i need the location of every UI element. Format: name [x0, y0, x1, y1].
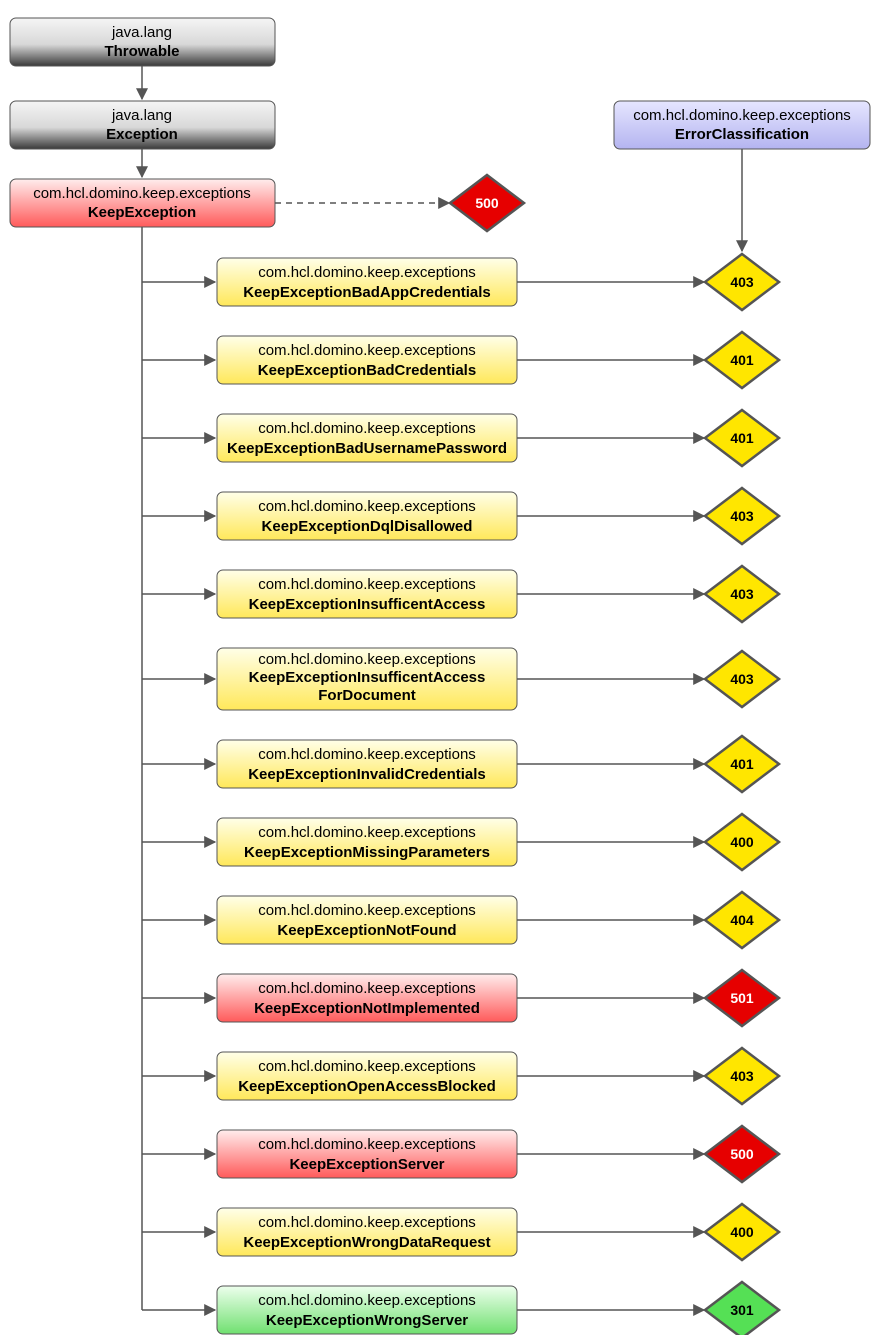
diamond-12: 400 — [705, 1204, 779, 1260]
keep-exception-name: KeepException — [88, 204, 196, 221]
child-package-11: com.hcl.domino.keep.exceptions — [258, 1136, 476, 1153]
node-exception: java.lang Exception — [10, 101, 275, 149]
child-package-0: com.hcl.domino.keep.exceptions — [258, 264, 476, 281]
child-package-3: com.hcl.domino.keep.exceptions — [258, 498, 476, 515]
node-child-2: com.hcl.domino.keep.exceptions KeepExcept… — [217, 414, 517, 462]
throwable-name: Throwable — [104, 43, 179, 60]
code-4: 403 — [730, 586, 754, 602]
child-package-7: com.hcl.domino.keep.exceptions — [258, 824, 476, 841]
child-package-9: com.hcl.domino.keep.exceptions — [258, 980, 476, 997]
children-container: com.hcl.domino.keep.exceptionsKeepExcept… — [142, 227, 779, 1335]
node-child-11: com.hcl.domino.keep.exceptions KeepExcept… — [217, 1130, 517, 1178]
child-package-1: com.hcl.domino.keep.exceptions — [258, 342, 476, 359]
node-child-8: com.hcl.domino.keep.exceptions KeepExcept… — [217, 896, 517, 944]
diamond-keep-500: 500 — [450, 175, 524, 231]
exception-package: java.lang — [111, 107, 172, 124]
child-name-4: KeepExceptionInsufficentAccess — [249, 596, 486, 613]
diamond-6: 401 — [705, 736, 779, 792]
code-13: 301 — [730, 1302, 754, 1318]
code-11: 500 — [730, 1146, 754, 1162]
child-name-2: KeepExceptionBadUsernamePassword — [227, 440, 507, 457]
child-name-1: KeepExceptionBadCredentials — [258, 362, 476, 379]
child-name-10: KeepExceptionOpenAccessBlocked — [238, 1078, 496, 1095]
code-6: 401 — [730, 756, 754, 772]
throwable-package: java.lang — [111, 24, 172, 41]
child-package-4: com.hcl.domino.keep.exceptions — [258, 576, 476, 593]
code-500: 500 — [475, 195, 499, 211]
code-9: 501 — [730, 990, 754, 1006]
diamond-8: 404 — [705, 892, 779, 948]
child-name-0: KeepExceptionBadAppCredentials — [243, 284, 491, 301]
exception-name: Exception — [106, 126, 178, 143]
node-throwable: java.lang Throwable — [10, 18, 275, 66]
node-child-4: com.hcl.domino.keep.exceptions KeepExcept… — [217, 570, 517, 618]
diamond-5: 403 — [705, 651, 779, 707]
child-name-12: KeepExceptionWrongDataRequest — [243, 1234, 490, 1251]
diamond-4: 403 — [705, 566, 779, 622]
child-package-5: com.hcl.domino.keep.exceptions — [258, 651, 476, 668]
child-package-12: com.hcl.domino.keep.exceptions — [258, 1214, 476, 1231]
code-12: 400 — [730, 1224, 754, 1240]
code-3: 403 — [730, 508, 754, 524]
child-name-3: KeepExceptionDqlDisallowed — [262, 518, 473, 535]
node-child-5: com.hcl.domino.keep.exceptionsKeepExcept… — [217, 648, 517, 710]
child-name-11: KeepExceptionServer — [289, 1156, 444, 1173]
code-0: 403 — [730, 274, 754, 290]
diamond-9: 501 — [705, 970, 779, 1026]
code-7: 400 — [730, 834, 754, 850]
child-name-8: KeepExceptionNotFound — [277, 922, 456, 939]
class-diagram: java.lang Throwable java.lang Exception … — [0, 0, 876, 1335]
node-child-3: com.hcl.domino.keep.exceptions KeepExcept… — [217, 492, 517, 540]
diamond-11: 500 — [705, 1126, 779, 1182]
child-package-8: com.hcl.domino.keep.exceptions — [258, 902, 476, 919]
child-package-2: com.hcl.domino.keep.exceptions — [258, 420, 476, 437]
code-1: 401 — [730, 352, 754, 368]
child-package-13: com.hcl.domino.keep.exceptions — [258, 1292, 476, 1309]
child-name-6: KeepExceptionInvalidCredentials — [248, 766, 486, 783]
code-5: 403 — [730, 671, 754, 687]
diamond-7: 400 — [705, 814, 779, 870]
node-child-13: com.hcl.domino.keep.exceptions KeepExcept… — [217, 1286, 517, 1334]
diamond-3: 403 — [705, 488, 779, 544]
diamond-2: 401 — [705, 410, 779, 466]
node-child-10: com.hcl.domino.keep.exceptions KeepExcept… — [217, 1052, 517, 1100]
node-child-7: com.hcl.domino.keep.exceptions KeepExcept… — [217, 818, 517, 866]
child-name-5: KeepExceptionInsufficentAccess — [249, 669, 486, 686]
diamond-13: 301 — [705, 1282, 779, 1335]
child-name-7: KeepExceptionMissingParameters — [244, 844, 490, 861]
diamond-0: 403 — [705, 254, 779, 310]
node-child-6: com.hcl.domino.keep.exceptions KeepExcept… — [217, 740, 517, 788]
diamond-10: 403 — [705, 1048, 779, 1104]
child-name2-5: ForDocument — [318, 687, 416, 704]
child-package-10: com.hcl.domino.keep.exceptions — [258, 1058, 476, 1075]
error-classification-name: ErrorClassification — [675, 126, 809, 143]
code-8: 404 — [730, 912, 754, 928]
diamond-1: 401 — [705, 332, 779, 388]
node-child-0: com.hcl.domino.keep.exceptions KeepExcept… — [217, 258, 517, 306]
node-child-9: com.hcl.domino.keep.exceptions KeepExcept… — [217, 974, 517, 1022]
node-child-12: com.hcl.domino.keep.exceptions KeepExcept… — [217, 1208, 517, 1256]
child-name-9: KeepExceptionNotImplemented — [254, 1000, 480, 1017]
node-error-classification: com.hcl.domino.keep.exceptions ErrorClas… — [614, 101, 870, 149]
node-child-1: com.hcl.domino.keep.exceptions KeepExcept… — [217, 336, 517, 384]
keep-exception-package: com.hcl.domino.keep.exceptions — [33, 185, 251, 202]
node-keep-exception: com.hcl.domino.keep.exceptions KeepExcep… — [10, 179, 275, 227]
child-name-13: KeepExceptionWrongServer — [266, 1312, 468, 1329]
code-2: 401 — [730, 430, 754, 446]
error-classification-package: com.hcl.domino.keep.exceptions — [633, 107, 851, 124]
child-package-6: com.hcl.domino.keep.exceptions — [258, 746, 476, 763]
code-10: 403 — [730, 1068, 754, 1084]
